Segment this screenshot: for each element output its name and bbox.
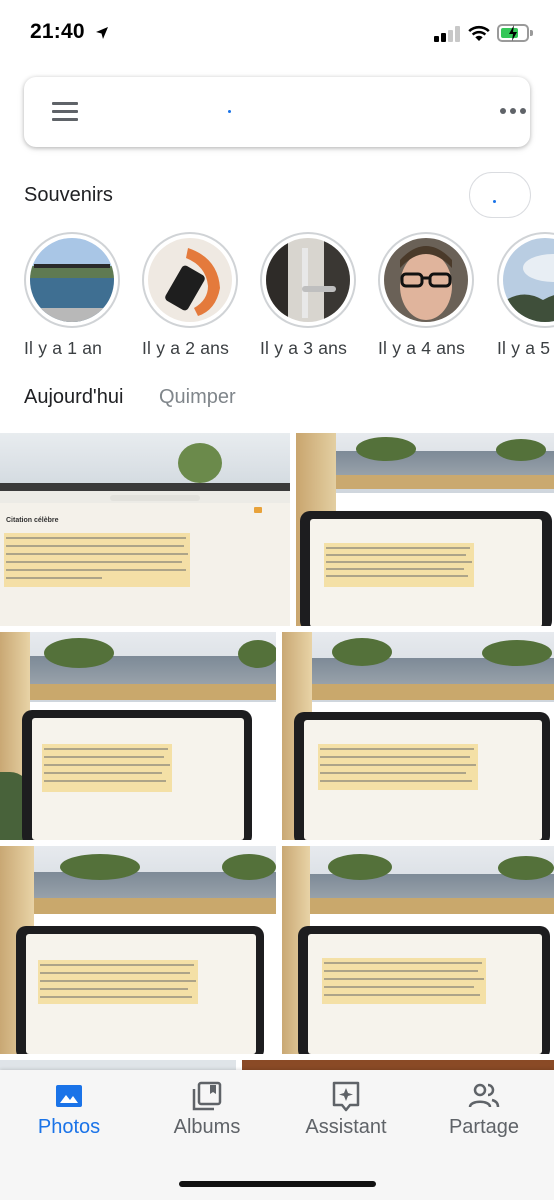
status-bar: 21:40 <box>0 0 554 64</box>
menu-icon[interactable] <box>52 102 78 122</box>
memory-thumbnail <box>384 238 468 322</box>
home-indicator[interactable] <box>179 1181 376 1187</box>
sharing-icon <box>468 1083 500 1108</box>
nav-tab-assistant[interactable]: Assistant <box>277 1070 415 1160</box>
photo-thumbnail[interactable] <box>296 433 554 626</box>
memory-label: Il y a 4 ans <box>378 338 466 358</box>
photo-thumbnail[interactable]: Citation célèbre <box>0 433 290 626</box>
memories-action-button[interactable] <box>469 172 531 218</box>
wifi-icon <box>468 25 490 41</box>
assistant-icon <box>332 1081 360 1112</box>
nav-label: Partage <box>448 1116 520 1138</box>
memory-label: Il y a 5 <box>497 338 551 358</box>
nav-label: Assistant <box>305 1116 387 1138</box>
memory-label: Il y a 2 ans <box>142 338 230 358</box>
photo-grid[interactable]: Citation célèbre <box>0 433 554 1073</box>
nav-tab-sharing[interactable]: Partage <box>415 1070 553 1160</box>
status-time: 21:40 <box>30 20 85 43</box>
nav-tab-albums[interactable]: Albums <box>138 1070 276 1160</box>
cellular-signal-icon <box>434 26 462 42</box>
more-options-icon[interactable] <box>500 108 526 116</box>
memory-thumbnail <box>148 238 232 322</box>
memories-title: Souvenirs <box>24 184 113 206</box>
memory-label: Il y a 1 an <box>24 338 103 358</box>
nav-label: Albums <box>173 1116 241 1138</box>
battery-charging-icon <box>497 24 533 42</box>
date-label: Aujourd'hui <box>24 386 124 408</box>
memory-thumbnail <box>30 238 114 322</box>
location-label[interactable]: Quimper <box>159 386 236 409</box>
photo-thumbnail[interactable] <box>0 632 276 840</box>
photo-thumbnail[interactable] <box>282 846 554 1054</box>
photo-thumbnail[interactable] <box>282 632 554 840</box>
location-arrow-icon <box>96 27 108 39</box>
nav-label: Photos <box>37 1116 101 1138</box>
albums-icon <box>192 1081 222 1111</box>
memories-carousel[interactable]: Il y a 1 an Il y a 2 ans Il y a 3 ans Il… <box>0 230 554 370</box>
memory-thumbnail <box>266 238 350 322</box>
search-bar[interactable] <box>24 77 530 147</box>
photos-icon <box>56 1085 82 1107</box>
photo-date-header: Aujourd'hui Quimper <box>24 386 236 409</box>
memory-label: Il y a 3 ans <box>260 338 348 358</box>
nav-tab-photos[interactable]: Photos <box>0 1070 138 1160</box>
photo-heading: Citation célèbre <box>6 517 59 524</box>
photo-thumbnail[interactable] <box>0 846 276 1054</box>
loading-dot <box>228 110 231 113</box>
